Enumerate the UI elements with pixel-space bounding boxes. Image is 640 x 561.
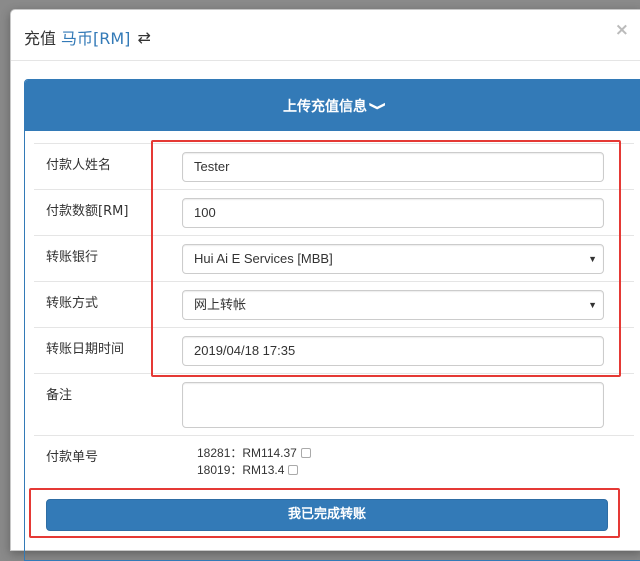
highlight-box-fields	[151, 140, 621, 377]
order-list: 18281：RM114.37 18019：RM13.4	[197, 444, 311, 478]
remark-label: 备注	[46, 388, 73, 403]
order-no-label: 付款单号	[46, 450, 99, 465]
payer-name-label: 付款人姓名	[46, 158, 112, 173]
modal-title: 充值 马币[RM] ⇄	[24, 25, 151, 49]
title-prefix: 充值	[24, 29, 57, 48]
modal-header: 充值 马币[RM] ⇄ ×	[11, 10, 640, 61]
order-item-text: 18019：RM13.4	[197, 463, 285, 477]
amount-label: 付款数额[RM]	[46, 204, 129, 219]
highlight-box-submit	[29, 488, 620, 538]
order-item-text: 18281：RM114.37	[197, 446, 297, 460]
swap-icon[interactable]: ⇄	[137, 28, 150, 47]
remark-row: 备注	[34, 373, 634, 436]
order-no-row: 付款单号 18281：RM114.37 18019：RM13.4	[34, 435, 634, 492]
remark-textarea[interactable]	[182, 382, 604, 428]
bank-label: 转账银行	[46, 250, 99, 265]
order-checkbox[interactable]	[300, 447, 311, 458]
panel-heading[interactable]: 上传充值信息 ❯	[25, 80, 640, 131]
currency-link[interactable]: 马币[RM]	[61, 25, 130, 49]
order-item: 18281：RM114.37	[197, 444, 311, 461]
close-icon[interactable]: ×	[615, 20, 629, 40]
datetime-label: 转账日期时间	[46, 342, 125, 357]
order-item: 18019：RM13.4	[197, 461, 311, 478]
panel-title: 上传充值信息	[282, 98, 367, 115]
order-checkbox[interactable]	[288, 464, 299, 475]
method-label: 转账方式	[46, 296, 99, 311]
chevron-down-icon: ❯	[368, 100, 388, 111]
